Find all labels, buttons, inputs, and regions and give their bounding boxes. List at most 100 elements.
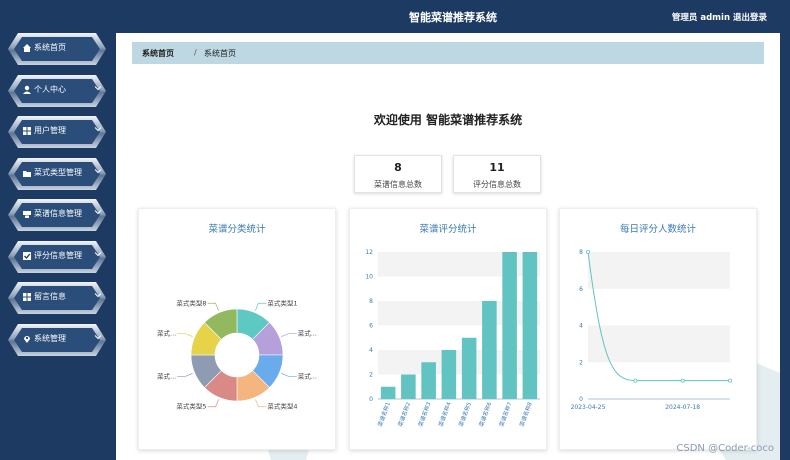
y-tick-label: 4 [369, 347, 373, 354]
pie-label: 菜式类型4 [267, 402, 297, 411]
grid-band [588, 325, 730, 363]
sidebar-item-label: 菜式类型管理 [34, 167, 82, 177]
pie-label-line [281, 373, 297, 377]
card-icon [23, 211, 31, 218]
x-tick-label: 菜谱名称7 [497, 400, 513, 427]
sidebar-item[interactable]: 评分信息管理 [8, 240, 106, 273]
bar [522, 252, 538, 399]
sidebar-item[interactable]: 系统管理 [8, 323, 106, 356]
stat-card-recipes: 8 菜谱信息总数 [354, 155, 442, 193]
grid-icon [23, 293, 31, 301]
breadcrumb-separator: / [194, 48, 197, 57]
y-tick-label: 12 [365, 249, 373, 256]
bar [401, 374, 416, 399]
stat-value: 8 [394, 161, 402, 174]
pie-label: 菜式... [298, 329, 317, 338]
x-tick-label: 菜谱名称6 [477, 400, 493, 427]
chevron-down-icon [94, 85, 102, 90]
bar [441, 350, 457, 399]
grid-icon [23, 127, 31, 135]
breadcrumb-home[interactable]: 系统首页 [142, 48, 174, 59]
sidebar-item-label: 个人中心 [34, 84, 66, 94]
user-label: 管理员 admin [671, 13, 730, 23]
pie-label: 菜式... [157, 371, 176, 380]
line-point [727, 378, 732, 383]
pie-label-line [177, 373, 193, 377]
sidebar-item[interactable]: 个人中心 [8, 74, 106, 107]
pie-label-line [281, 333, 297, 337]
watermark: CSDN @Coder-coco [676, 443, 774, 454]
x-tick-label: 菜谱名称2 [396, 401, 412, 428]
y-tick-label: 2 [369, 372, 373, 379]
sidebar-item-label: 用户管理 [34, 126, 66, 135]
check-icon [23, 251, 31, 260]
line-point [633, 378, 638, 383]
stat-label: 菜谱信息总数 [374, 180, 422, 189]
sidebar-item-label: 留言信息 [34, 292, 66, 301]
sidebar-item[interactable]: 用户管理 [8, 116, 106, 148]
pin-icon [24, 335, 30, 343]
x-tick-label: 2024-07-18 [665, 404, 700, 411]
pie-label: 菜式类型1 [267, 298, 297, 307]
grid-band [588, 252, 730, 289]
top-bar: 智能菜谱推荐系统 管理员 admin 退出登录 [116, 0, 790, 33]
y-tick-label: 8 [579, 249, 583, 256]
chevron-down-icon [94, 293, 102, 298]
y-tick-label: 10 [365, 274, 373, 281]
logout-link[interactable]: 退出登录 [733, 11, 767, 23]
x-tick-label: 菜谱名称1 [376, 401, 392, 428]
x-tick-label: 菜谱名称5 [457, 400, 473, 427]
sidebar-item[interactable]: 菜谱信息管理 [8, 199, 106, 231]
bar-chart-card: 菜谱评分统计 0 2 4 6 8 10 12 菜谱名称1 菜谱名称2 菜谱名称3 菜谱名称4 菜谱名称… [349, 208, 547, 450]
line-point [680, 378, 685, 383]
chevron-down-icon [94, 251, 102, 256]
pie-label-line [207, 399, 219, 408]
folder-icon [23, 170, 31, 177]
pie-label-line [255, 302, 267, 311]
main-content: 系统首页 / 系统首页 欢迎使用 智能菜谱推荐系统 8 菜谱信息总数 11 评分… [116, 33, 780, 460]
chevron-down-icon [94, 127, 102, 132]
y-tick-label: 6 [579, 286, 583, 293]
sidebar-item-label: 系统管理 [34, 333, 66, 343]
y-tick-label: 8 [369, 298, 373, 305]
sidebar-item[interactable]: 留言信息 [8, 282, 106, 314]
y-tick-label: 4 [579, 323, 583, 330]
pie-label: 菜式类型8 [176, 298, 206, 307]
line-point [585, 250, 590, 255]
pie-label: 菜式... [298, 371, 317, 380]
chevron-down-icon [94, 210, 102, 215]
chevron-down-icon [94, 334, 102, 339]
sidebar: 系统首页个人中心用户管理菜式类型管理菜谱信息管理评分信息管理 留言信息系统管理 [0, 0, 116, 460]
user-icon [23, 85, 31, 94]
pie-label-line [177, 333, 193, 337]
bar-chart: 024681012菜谱名称1 菜谱名称2 菜谱名称3 菜谱名称4 菜谱名称5 菜谱名称6 菜… [365, 249, 540, 428]
bar [380, 386, 396, 399]
pie-chart: 菜式类型1 菜式... 菜式... 菜式类型4 菜式类型5 菜式... 菜式... 菜式类型8 [157, 298, 317, 411]
y-tick-label: 6 [369, 323, 373, 330]
y-tick-label: 0 [369, 396, 373, 403]
pie-label-line [207, 302, 219, 311]
bar [482, 301, 497, 399]
chevron-down-icon [94, 168, 102, 173]
sidebar-item-label: 评分信息管理 [34, 250, 82, 260]
x-tick-label: 菜谱名称4 [437, 400, 453, 427]
sidebar-item[interactable]: 菜式类型管理 [8, 157, 106, 190]
stat-value: 11 [489, 161, 505, 174]
breadcrumb: 系统首页 / 系统首页 [132, 42, 764, 64]
x-tick-label: 2023-04-25 [571, 404, 606, 411]
x-tick-label: 菜谱名称3 [416, 400, 432, 427]
bar [421, 362, 436, 399]
pie-label: 菜式... [157, 329, 176, 338]
sidebar-item[interactable]: 系统首页 [8, 33, 106, 65]
line-chart-card: 每日评分人数统计 0 2 4 6 8 2023-04-25 2024-07-18 [559, 208, 757, 450]
welcome-heading: 欢迎使用 智能菜谱推荐系统 [373, 113, 523, 127]
home-icon [23, 44, 31, 52]
pie-chart-card: 菜谱分类统计 菜式类型1 菜式... 菜式... 菜式类型4 菜式类型5 菜式... 菜式.… [138, 208, 336, 450]
pie-label-line [255, 399, 267, 408]
y-tick-label: 2 [579, 359, 583, 366]
stat-card-ratings: 11 评分信息总数 [453, 155, 541, 193]
line-chart: 0 2 4 6 8 2023-04-25 2024-07-18 [571, 249, 732, 411]
sidebar-item-label: 系统首页 [34, 43, 66, 52]
stat-label: 评分信息总数 [473, 180, 521, 189]
x-tick-label: 菜谱名称8 [518, 400, 534, 427]
